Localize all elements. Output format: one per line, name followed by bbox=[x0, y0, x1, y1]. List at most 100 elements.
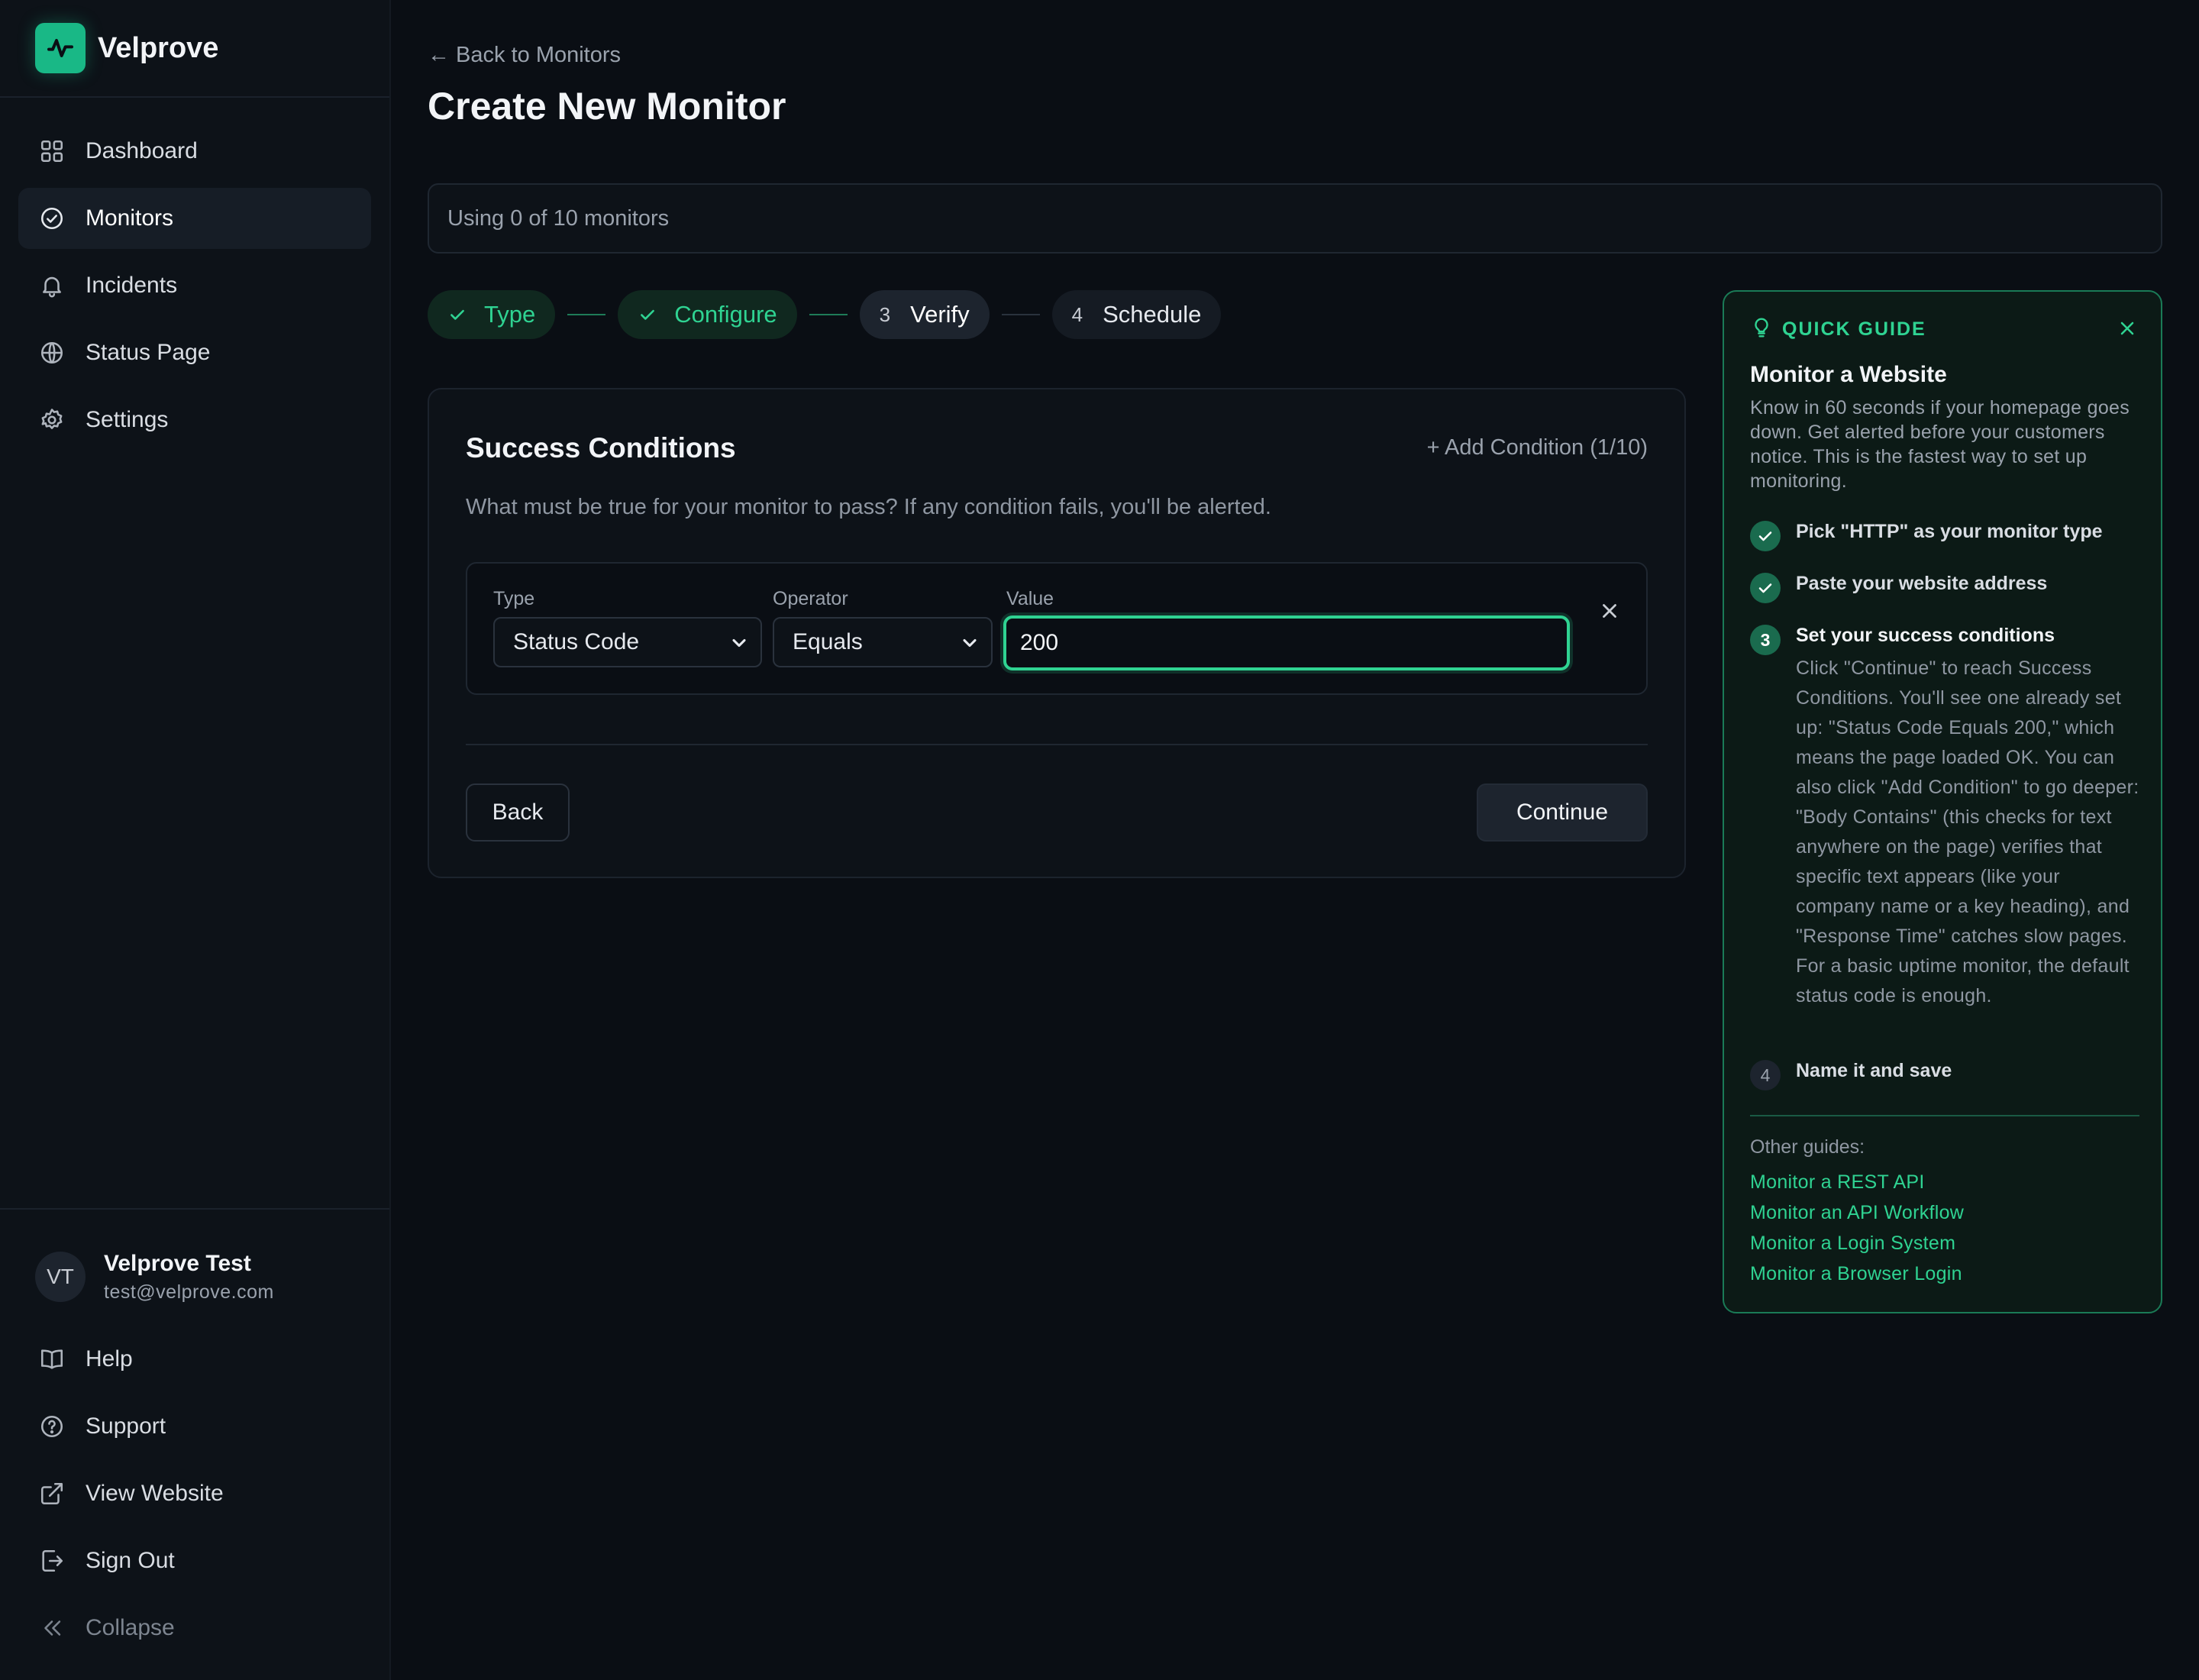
sidebar-item-label: Support bbox=[86, 1413, 166, 1439]
step-configure[interactable]: Configure bbox=[618, 290, 797, 339]
section-description: What must be true for your monitor to pa… bbox=[466, 495, 1271, 519]
step-number-badge: 4 bbox=[1750, 1060, 1781, 1090]
section-title: Success Conditions bbox=[466, 432, 736, 464]
input-value: 200 bbox=[1020, 630, 1059, 655]
guide-step-title: Pick "HTTP" as your monitor type bbox=[1796, 521, 2103, 542]
step-number-badge: 3 bbox=[1750, 625, 1781, 655]
operator-label: Operator bbox=[773, 588, 848, 609]
sidebar-footer: VT Velprove Test test@velprove.com Help … bbox=[0, 1208, 389, 1680]
sidebar-item-label: View Website bbox=[86, 1481, 224, 1506]
sidebar-item-label: Collapse bbox=[86, 1615, 175, 1640]
condition-value-input[interactable]: 200 bbox=[1003, 615, 1570, 670]
globe-icon bbox=[38, 339, 66, 367]
back-button[interactable]: Back bbox=[466, 783, 570, 842]
value-label: Value bbox=[1006, 588, 1054, 609]
guide-step: Paste your website address bbox=[1750, 573, 2141, 603]
sidebar-item-label: Status Page bbox=[86, 340, 211, 365]
sign-out-icon bbox=[38, 1547, 66, 1575]
sidebar-item-help[interactable]: Help bbox=[18, 1326, 371, 1393]
guide-link-login-system[interactable]: Monitor a Login System bbox=[1750, 1233, 1955, 1255]
guide-step: Pick "HTTP" as your monitor type bbox=[1750, 521, 2141, 551]
step-label: Type bbox=[484, 301, 536, 328]
sidebar-item-label: Settings bbox=[86, 407, 169, 432]
user-profile[interactable]: VT Velprove Test test@velprove.com bbox=[18, 1228, 371, 1326]
condition-type-select[interactable]: Status Code bbox=[493, 617, 762, 667]
guide-step-title: Set your success conditions bbox=[1796, 625, 2055, 646]
guide-header: QUICK GUIDE bbox=[1750, 316, 1926, 343]
gear-icon bbox=[38, 406, 66, 434]
sidebar-item-incidents[interactable]: Incidents bbox=[18, 255, 371, 316]
sidebar-item-support[interactable]: Support bbox=[18, 1393, 371, 1460]
step-verify[interactable]: 3 Verify bbox=[859, 290, 990, 339]
help-circle-icon bbox=[38, 1413, 66, 1440]
brand-name: Velprove bbox=[98, 31, 219, 64]
guide-link-browser-login[interactable]: Monitor a Browser Login bbox=[1750, 1263, 1962, 1285]
chevron-down-icon bbox=[959, 632, 980, 660]
sidebar-item-monitors[interactable]: Monitors bbox=[18, 188, 371, 249]
sidebar-nav: Dashboard Monitors Incidents Status Page… bbox=[0, 98, 389, 451]
check-icon bbox=[638, 305, 657, 325]
divider bbox=[466, 744, 1648, 745]
guide-step-current: 3 Set your success conditions Click "Con… bbox=[1750, 625, 2141, 1037]
sidebar-item-settings[interactable]: Settings bbox=[18, 389, 371, 451]
guide-title: Monitor a Website bbox=[1750, 362, 1947, 387]
condition-operator-select[interactable]: Equals bbox=[773, 617, 993, 667]
sidebar-collapse-button[interactable]: Collapse bbox=[18, 1594, 371, 1662]
back-to-monitors-link[interactable]: ← Back to Monitors bbox=[428, 43, 621, 68]
guide-intro: Know in 60 seconds if your homepage goes… bbox=[1750, 397, 2130, 492]
type-label: Type bbox=[493, 588, 535, 609]
add-condition-button[interactable]: + Add Condition (1/10) bbox=[1427, 435, 1648, 460]
wizard-stepper: Type Configure 3 Verify 4 Schedule bbox=[428, 290, 1222, 339]
sidebar-item-label: Help bbox=[86, 1346, 133, 1371]
check-circle-icon bbox=[38, 205, 66, 232]
step-label: Configure bbox=[674, 301, 777, 328]
sidebar: Velprove Dashboard Monitors Incidents St… bbox=[0, 0, 391, 1680]
user-email: test@velprove.com bbox=[104, 1281, 274, 1303]
bell-icon bbox=[38, 272, 66, 299]
guide-link-api-workflow[interactable]: Monitor an API Workflow bbox=[1750, 1202, 1964, 1224]
step-schedule[interactable]: 4 Schedule bbox=[1051, 290, 1222, 339]
divider bbox=[1750, 1115, 2139, 1116]
pulse-logo-icon bbox=[35, 23, 86, 73]
grid-icon bbox=[38, 137, 66, 165]
usage-banner: Using 0 of 10 monitors bbox=[428, 183, 2162, 254]
check-icon bbox=[1750, 521, 1781, 551]
guide-step-title: Name it and save bbox=[1796, 1060, 1952, 1081]
guide-step: 4 Name it and save bbox=[1750, 1060, 2141, 1090]
sidebar-item-dashboard[interactable]: Dashboard bbox=[18, 121, 371, 182]
close-icon bbox=[1598, 599, 1621, 626]
sidebar-item-label: Incidents bbox=[86, 273, 178, 298]
lightbulb-icon bbox=[1750, 316, 1773, 343]
guide-link-rest-api[interactable]: Monitor a REST API bbox=[1750, 1171, 1925, 1194]
step-label: Verify bbox=[910, 301, 970, 328]
sidebar-item-view-website[interactable]: View Website bbox=[18, 1460, 371, 1527]
step-label: Schedule bbox=[1103, 301, 1202, 328]
step-connector bbox=[567, 314, 606, 315]
sidebar-item-label: Monitors bbox=[86, 205, 174, 231]
remove-condition-button[interactable] bbox=[1594, 597, 1625, 628]
close-icon bbox=[2117, 321, 2138, 342]
user-info: Velprove Test test@velprove.com bbox=[104, 1251, 274, 1304]
step-number: 3 bbox=[879, 302, 891, 326]
brand[interactable]: Velprove bbox=[0, 0, 389, 98]
sidebar-item-status-page[interactable]: Status Page bbox=[18, 322, 371, 383]
continue-button[interactable]: Continue bbox=[1477, 783, 1648, 842]
user-name: Velprove Test bbox=[104, 1250, 251, 1276]
step-type[interactable]: Type bbox=[428, 290, 556, 339]
step-connector bbox=[809, 314, 848, 315]
double-chevron-left-icon bbox=[38, 1614, 66, 1642]
sidebar-item-label: Sign Out bbox=[86, 1548, 175, 1573]
check-icon bbox=[447, 305, 467, 325]
avatar: VT bbox=[35, 1252, 86, 1302]
usage-text: Using 0 of 10 monitors bbox=[447, 205, 670, 231]
sidebar-item-label: Dashboard bbox=[86, 138, 198, 163]
quick-guide-panel: QUICK GUIDE Monitor a Website Know in 60… bbox=[1723, 290, 2162, 1313]
guide-step-title: Paste your website address bbox=[1796, 573, 2048, 594]
success-conditions-card: Success Conditions + Add Condition (1/10… bbox=[428, 388, 1686, 878]
step-number: 4 bbox=[1071, 302, 1083, 326]
selected-value: Equals bbox=[793, 629, 863, 654]
step-connector bbox=[1001, 314, 1040, 315]
chevron-down-icon bbox=[728, 632, 750, 660]
sidebar-item-sign-out[interactable]: Sign Out bbox=[18, 1527, 371, 1594]
close-guide-button[interactable] bbox=[2117, 318, 2138, 343]
